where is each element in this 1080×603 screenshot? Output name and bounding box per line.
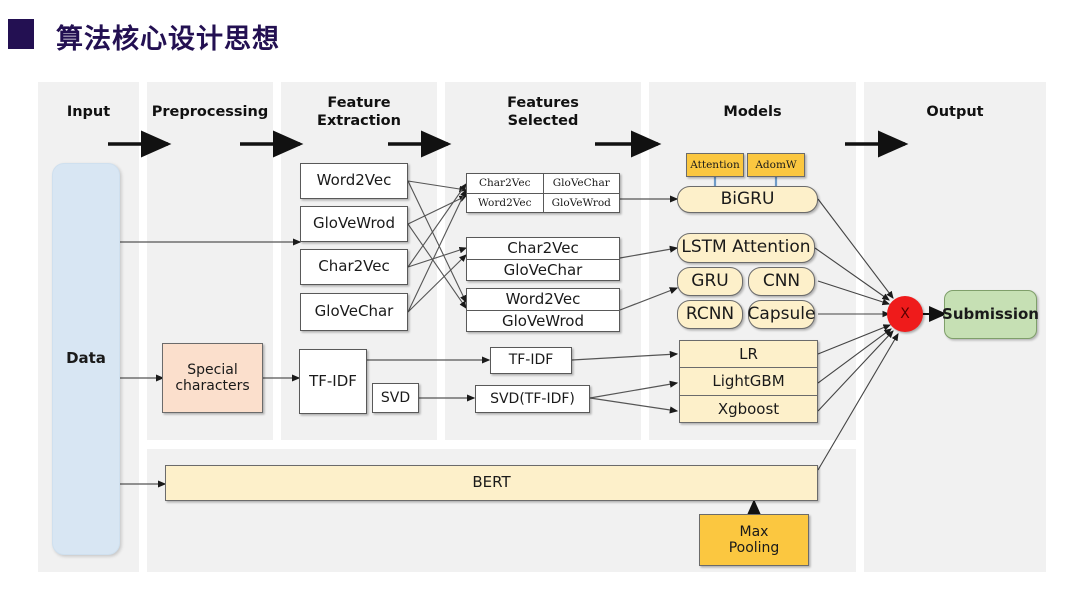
- model-lr-label: LR: [739, 345, 758, 364]
- model-bigru-box[interactable]: BiGRU: [677, 186, 818, 213]
- model-lstm-attention-box[interactable]: LSTM Attention: [677, 233, 815, 263]
- feature-tfidf-label: TF-IDF: [309, 371, 357, 390]
- selected-char-pair-box[interactable]: Char2Vec GloVeChar: [466, 237, 620, 281]
- model-cnn-label: CNN: [762, 270, 801, 291]
- selected-tfidf-box[interactable]: TF-IDF: [490, 347, 572, 374]
- model-xgboost-label: Xgboost: [680, 394, 817, 422]
- model-attention-label: Attention: [690, 158, 740, 171]
- feature-word2vec-label: Word2Vec: [316, 171, 392, 190]
- feature-glovechar-label: GloVeChar: [314, 302, 394, 321]
- column-label-input: Input: [66, 104, 111, 120]
- model-lstm-attention-label: LSTM Attention: [681, 237, 811, 258]
- selected-embedding-grid[interactable]: Char2Vec GloVeChar Word2Vec GloVeWrod: [466, 173, 620, 213]
- feature-glovechar-box[interactable]: GloVeChar: [300, 293, 408, 331]
- model-bert-box[interactable]: BERT: [165, 465, 818, 501]
- model-lightgbm-label: LightGBM: [680, 367, 817, 394]
- selected-word-pair-box[interactable]: Word2Vec GloVeWrod: [466, 288, 620, 332]
- model-attention-box[interactable]: Attention: [686, 153, 744, 177]
- selected-svd-tfidf-label: SVD(TF-IDF): [490, 390, 575, 407]
- feature-char2vec-label: Char2Vec: [318, 257, 390, 276]
- table-row: Char2Vec GloVeChar: [467, 174, 619, 193]
- feature-char2vec-box[interactable]: Char2Vec: [300, 249, 408, 285]
- grid-cell-glovechar: GloVeChar: [542, 174, 620, 193]
- feature-glovewrod-box[interactable]: GloVeWrod: [300, 206, 408, 242]
- feature-glovewrod-label: GloVeWrod: [313, 214, 395, 233]
- model-rcnn-label: RCNN: [685, 303, 735, 324]
- model-capsule-box[interactable]: Capsule: [748, 300, 815, 329]
- special-characters-line1: Special: [187, 361, 238, 378]
- model-adamw-box[interactable]: AdomW: [747, 153, 805, 177]
- model-adamw-label: AdomW: [755, 158, 797, 171]
- submission-box[interactable]: Submission: [942, 290, 1039, 339]
- slide-canvas: 算法核心设计思想 Input Preprocessing Feature Extr…: [0, 0, 1080, 603]
- feature-svd-label: SVD: [380, 389, 411, 406]
- model-rcnn-box[interactable]: RCNN: [677, 300, 743, 329]
- model-classical-stack[interactable]: LR LightGBM Xgboost: [679, 340, 818, 423]
- model-gru-box[interactable]: GRU: [677, 267, 743, 296]
- model-bigru-label: BiGRU: [720, 188, 775, 209]
- grid-cell-glovewrod: GloVeWrod: [542, 193, 620, 212]
- table-row: Word2Vec GloVeWrod: [467, 192, 620, 212]
- model-bert-label: BERT: [472, 473, 511, 492]
- data-label: Data: [66, 349, 106, 368]
- special-characters-line2: characters: [175, 378, 250, 394]
- column-label-output: Output: [926, 104, 984, 120]
- data-box[interactable]: Data: [52, 163, 120, 555]
- feature-svd-box[interactable]: SVD: [372, 383, 419, 413]
- selected-char2vec-label: Char2Vec: [507, 239, 579, 258]
- feature-word2vec-box[interactable]: Word2Vec: [300, 163, 408, 199]
- column-label-models: Models: [723, 104, 782, 120]
- max-pooling-line2: Pooling: [728, 540, 780, 556]
- feature-tfidf-box[interactable]: TF-IDF: [299, 349, 367, 414]
- title-accent-bar: [8, 19, 34, 49]
- selected-tfidf-label: TF-IDF: [508, 352, 554, 369]
- column-label-preprocessing: Preprocessing: [151, 104, 269, 120]
- special-characters-box[interactable]: Special characters: [162, 343, 263, 413]
- selected-glovewrod-label: GloVeWrod: [467, 309, 619, 332]
- submission-label: Submission: [942, 304, 1039, 323]
- max-pooling-line1: Max: [739, 523, 769, 540]
- merge-symbol: X: [900, 305, 910, 322]
- model-max-pooling-box[interactable]: Max Pooling: [699, 514, 809, 566]
- grid-cell-word2vec: Word2Vec: [477, 196, 532, 209]
- grid-cell-char2vec: Char2Vec: [479, 177, 531, 190]
- model-gru-label: GRU: [691, 270, 729, 291]
- merge-node[interactable]: X: [887, 296, 923, 332]
- model-capsule-label: Capsule: [747, 303, 816, 324]
- column-label-features-selected: Features Selected: [507, 95, 579, 130]
- selected-glovechar-label: GloVeChar: [467, 258, 619, 281]
- selected-word2vec-label: Word2Vec: [505, 290, 581, 309]
- model-cnn-box[interactable]: CNN: [748, 267, 815, 296]
- page-title: 算法核心设计思想: [56, 24, 280, 55]
- selected-svd-tfidf-box[interactable]: SVD(TF-IDF): [475, 385, 590, 413]
- column-label-feature-extraction: Feature Extraction: [317, 95, 401, 130]
